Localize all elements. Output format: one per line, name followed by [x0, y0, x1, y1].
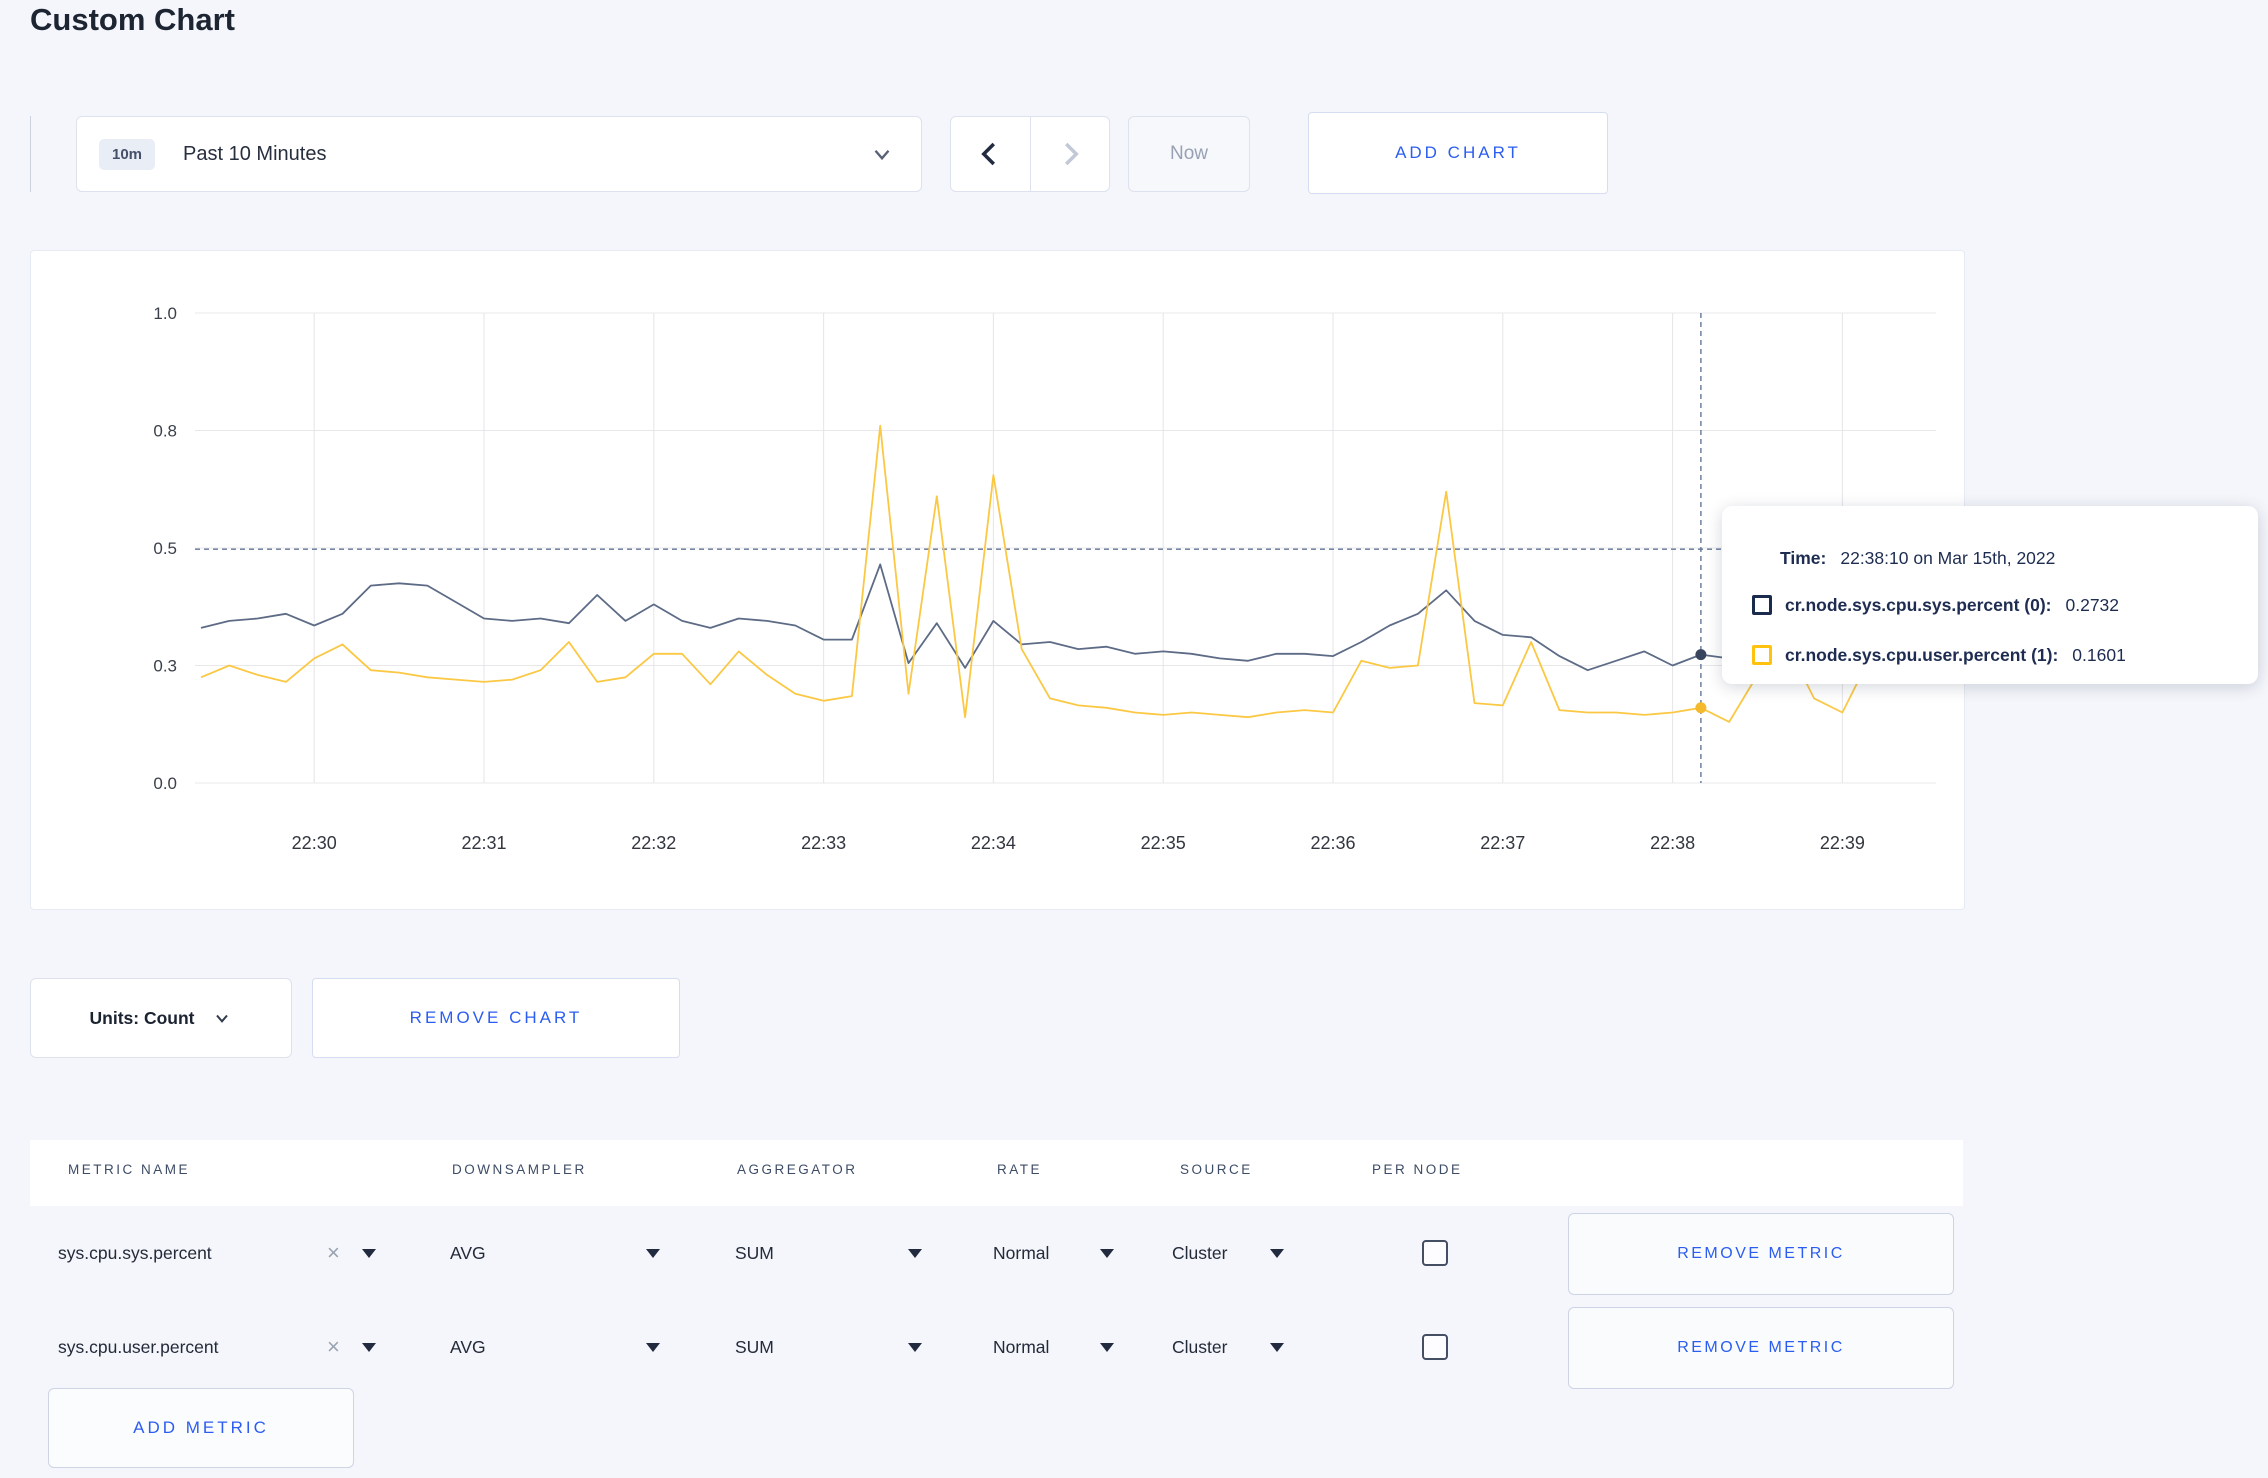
- units-label: Units: Count: [89, 1007, 195, 1028]
- source-select[interactable]: Cluster: [1172, 1206, 1227, 1300]
- source-caret-icon[interactable]: [1270, 1206, 1284, 1300]
- metrics-table-header: METRIC NAME DOWNSAMPLER AGGREGATOR RATE …: [30, 1140, 1963, 1206]
- svg-text:22:33: 22:33: [801, 833, 846, 853]
- svg-text:22:35: 22:35: [1141, 833, 1186, 853]
- chevron-right-icon: [1055, 139, 1085, 169]
- svg-text:0.3: 0.3: [153, 657, 177, 676]
- metric-row: sys.cpu.user.percent × AVG SUM Normal Cl…: [30, 1300, 1963, 1394]
- time-range-dropdown[interactable]: 10m Past 10 Minutes: [76, 116, 922, 192]
- svg-text:22:38: 22:38: [1650, 833, 1695, 853]
- tooltip-time-value: 22:38:10 on Mar 15th, 2022: [1840, 547, 2056, 568]
- svg-text:22:31: 22:31: [461, 833, 506, 853]
- source-caret-icon[interactable]: [1270, 1300, 1284, 1394]
- remove-metric-button[interactable]: REMOVE METRIC: [1568, 1213, 1954, 1295]
- aggregator-caret-icon[interactable]: [908, 1206, 922, 1300]
- rate-select[interactable]: Normal: [993, 1300, 1049, 1394]
- downsampler-caret-icon[interactable]: [646, 1300, 660, 1394]
- metric-name-value[interactable]: sys.cpu.user.percent: [58, 1300, 219, 1394]
- clear-metric-icon[interactable]: ×: [327, 1206, 340, 1300]
- tooltip-time-label: Time:: [1780, 547, 1827, 568]
- tooltip-series-sys-row: cr.node.sys.cpu.sys.percent (0): 0.2732: [1752, 580, 2258, 630]
- chart-hover-tooltip: Time: 22:38:10 on Mar 15th, 2022 cr.node…: [1722, 506, 2258, 684]
- svg-text:22:32: 22:32: [631, 833, 676, 853]
- metric-name-value[interactable]: sys.cpu.sys.percent: [58, 1206, 212, 1300]
- next-time-window-button[interactable]: [1031, 117, 1110, 191]
- rate-caret-icon[interactable]: [1100, 1206, 1114, 1300]
- svg-text:22:39: 22:39: [1820, 833, 1865, 853]
- column-header-metric-name: METRIC NAME: [68, 1162, 190, 1177]
- chevron-down-icon: [212, 1008, 232, 1028]
- series-user-swatch-icon: [1752, 645, 1772, 665]
- tooltip-series-sys-name: cr.node.sys.cpu.sys.percent (0):: [1785, 594, 2052, 615]
- time-range-label: Past 10 Minutes: [183, 142, 327, 165]
- add-chart-button[interactable]: ADD CHART: [1308, 112, 1608, 194]
- svg-text:0.8: 0.8: [153, 422, 177, 441]
- clear-metric-icon[interactable]: ×: [327, 1300, 340, 1394]
- aggregator-select[interactable]: SUM: [735, 1206, 774, 1300]
- column-header-source: SOURCE: [1180, 1162, 1253, 1177]
- svg-text:0.5: 0.5: [153, 539, 177, 558]
- svg-text:22:37: 22:37: [1480, 833, 1525, 853]
- aggregator-select[interactable]: SUM: [735, 1300, 774, 1394]
- svg-text:22:34: 22:34: [971, 833, 1016, 853]
- svg-text:0.0: 0.0: [153, 774, 177, 793]
- now-button[interactable]: Now: [1128, 116, 1250, 192]
- units-dropdown[interactable]: Units: Count: [30, 978, 292, 1058]
- tooltip-series-user-row: cr.node.sys.cpu.user.percent (1): 0.1601: [1752, 630, 2258, 680]
- svg-text:1.0: 1.0: [153, 304, 177, 323]
- metric-name-caret-icon[interactable]: [362, 1300, 376, 1394]
- aggregator-caret-icon[interactable]: [908, 1300, 922, 1394]
- tooltip-series-user-name: cr.node.sys.cpu.user.percent (1):: [1785, 644, 2059, 665]
- tooltip-series-user-value: 0.1601: [2072, 644, 2126, 665]
- downsampler-select[interactable]: AVG: [450, 1206, 486, 1300]
- per-node-checkbox[interactable]: [1422, 1300, 1448, 1394]
- rate-select[interactable]: Normal: [993, 1206, 1049, 1300]
- column-header-downsampler: DOWNSAMPLER: [452, 1162, 587, 1177]
- metric-row: sys.cpu.sys.percent × AVG SUM Normal Clu…: [30, 1206, 1963, 1300]
- chart-canvas: 0.0 0.3 0.5 0.8 1.0 22:30 22:31 22:32 22:33 22:34…: [153, 304, 1936, 853]
- time-window-pager: [950, 116, 1110, 192]
- add-metric-button[interactable]: ADD METRIC: [48, 1388, 354, 1468]
- page-title: Custom Chart: [30, 2, 235, 37]
- tooltip-series-sys-value: 0.2732: [2065, 594, 2120, 615]
- chevron-down-icon: [869, 141, 895, 167]
- downsampler-select[interactable]: AVG: [450, 1300, 486, 1394]
- downsampler-caret-icon[interactable]: [646, 1206, 660, 1300]
- svg-text:22:30: 22:30: [292, 833, 337, 853]
- rate-caret-icon[interactable]: [1100, 1300, 1114, 1394]
- column-header-per-node: PER NODE: [1372, 1162, 1463, 1177]
- column-header-rate: RATE: [997, 1162, 1043, 1177]
- tooltip-time-row: Time: 22:38:10 on Mar 15th, 2022: [1780, 536, 2258, 580]
- previous-time-window-button[interactable]: [951, 117, 1031, 191]
- time-series-chart[interactable]: 0.0 0.3 0.5 0.8 1.0 22:30 22:31 22:32 22:33 22:34…: [30, 250, 1965, 910]
- source-select[interactable]: Cluster: [1172, 1300, 1227, 1394]
- remove-metric-button[interactable]: REMOVE METRIC: [1568, 1307, 1954, 1389]
- toolbar-divider: [30, 116, 31, 192]
- column-header-aggregator: AGGREGATOR: [737, 1162, 858, 1177]
- time-range-badge: 10m: [99, 138, 156, 170]
- svg-text:22:36: 22:36: [1310, 833, 1355, 853]
- chevron-left-icon: [975, 139, 1005, 169]
- series-sys-swatch-icon: [1752, 595, 1772, 615]
- metric-name-caret-icon[interactable]: [362, 1206, 376, 1300]
- remove-chart-button[interactable]: REMOVE CHART: [312, 978, 680, 1058]
- per-node-checkbox[interactable]: [1422, 1206, 1448, 1300]
